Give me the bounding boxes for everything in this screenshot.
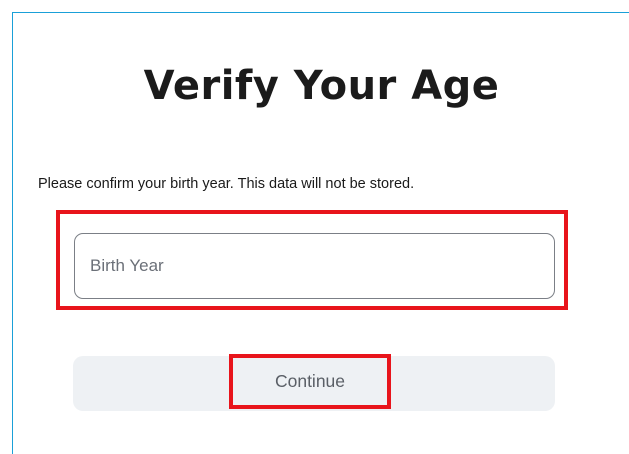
modal-description: Please confirm your birth year. This dat… <box>38 176 415 192</box>
continue-button-label: Continue <box>274 371 346 391</box>
modal-title: Verify Your Age <box>143 63 500 109</box>
age-verification-modal: Verify Your Age Please confirm your birt… <box>12 12 629 454</box>
birth-year-input[interactable] <box>74 233 555 299</box>
